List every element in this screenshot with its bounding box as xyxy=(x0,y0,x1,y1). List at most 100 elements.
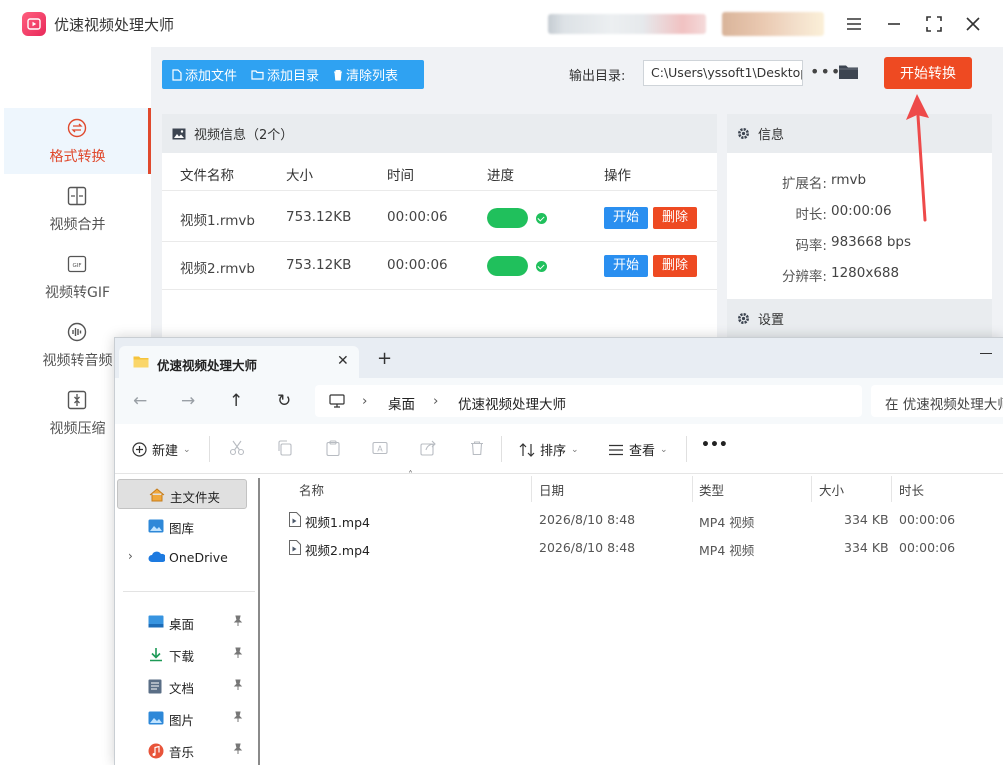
divider xyxy=(891,476,892,502)
close-icon[interactable] xyxy=(961,12,985,36)
column-header: 大小 xyxy=(286,168,313,184)
column-header-date[interactable]: 日期 xyxy=(539,480,564,499)
copy-icon[interactable] xyxy=(277,440,293,456)
breadcrumb-folder[interactable]: 优速视频处理大师 xyxy=(458,393,566,413)
nav-item-home[interactable]: 主文件夹 xyxy=(117,479,247,509)
computer-icon xyxy=(329,394,345,408)
file-size: 753.12KB xyxy=(286,257,352,273)
start-convert-button[interactable]: 开始转换 xyxy=(884,57,972,89)
start-button[interactable]: 开始 xyxy=(604,207,648,229)
search-placeholder: 在 优速视频处理大师 xyxy=(885,397,1003,413)
more-options-button[interactable]: ••• xyxy=(701,437,728,453)
trash-icon xyxy=(334,69,343,80)
sidebar-item-merge[interactable]: 视频合并 xyxy=(4,176,151,242)
nav-item-downloads[interactable]: 下载 xyxy=(117,639,247,669)
new-button[interactable]: 新建 ⌄ xyxy=(132,440,191,459)
sort-button[interactable]: 排序 ⌄ xyxy=(519,440,579,459)
search-input[interactable]: 在 优速视频处理大师 xyxy=(871,385,1003,417)
file-row[interactable]: 视频2.mp4 2026/8/10 8:48 MP4 视频 334 KB 00:… xyxy=(285,535,985,561)
file-icon xyxy=(172,68,182,81)
file-size: 334 KB xyxy=(844,512,889,527)
file-date: 2026/8/10 8:48 xyxy=(539,540,636,555)
new-tab-icon[interactable]: + xyxy=(377,350,392,368)
pin-icon xyxy=(233,743,243,758)
chevron-down-icon: ⌄ xyxy=(571,444,579,455)
refresh-icon[interactable]: ↻ xyxy=(277,391,291,411)
browse-more-button[interactable]: ••• xyxy=(810,62,841,81)
settings-header: 设置 xyxy=(727,299,992,338)
minimize-icon[interactable] xyxy=(882,12,906,36)
explorer-tab-bar: 优速视频处理大师 ✕ + xyxy=(115,338,1003,378)
view-button[interactable]: 查看 ⌄ xyxy=(608,440,668,459)
check-icon xyxy=(536,213,547,224)
pin-icon xyxy=(233,711,243,726)
maximize-icon[interactable] xyxy=(922,12,946,36)
chevron-down-icon: ⌄ xyxy=(183,444,191,455)
plus-circle-icon xyxy=(132,442,147,457)
file-row[interactable]: 视频1.mp4 2026/8/10 8:48 MP4 视频 334 KB 00:… xyxy=(285,507,985,533)
nav-item-gallery[interactable]: 图库 xyxy=(117,511,247,541)
delete-button[interactable]: 删除 xyxy=(653,255,697,277)
chevron-right-icon: › xyxy=(362,393,368,409)
gear-icon xyxy=(738,313,749,324)
info-extension: 扩展名: rmvb xyxy=(727,172,992,192)
share-icon[interactable] xyxy=(420,440,436,456)
folder-icon xyxy=(251,70,264,80)
add-dir-label: 添加目录 xyxy=(267,69,320,84)
sort-icon xyxy=(519,442,535,457)
add-file-button[interactable]: 添加文件 xyxy=(162,65,244,84)
sort-label: 排序 xyxy=(540,444,567,459)
column-header-type[interactable]: 类型 xyxy=(699,480,724,499)
rename-icon[interactable]: A xyxy=(372,440,388,456)
app-title: 优速视频处理大师 xyxy=(54,16,175,34)
home-icon xyxy=(149,488,165,502)
column-header-duration[interactable]: 时长 xyxy=(899,480,924,499)
compress-icon xyxy=(67,390,87,410)
red-arrow-annotation xyxy=(906,94,929,222)
file-type: MP4 视频 xyxy=(699,543,755,558)
title-bar: 优速视频处理大师 xyxy=(0,0,1003,47)
menu-icon[interactable] xyxy=(842,12,866,36)
nav-item-desktop[interactable]: 桌面 xyxy=(117,607,247,637)
blurred-user-info xyxy=(548,14,706,34)
column-header-name[interactable]: 名称 xyxy=(299,480,324,499)
back-icon[interactable]: ← xyxy=(133,391,147,411)
add-dir-button[interactable]: 添加目录 xyxy=(244,65,326,84)
explorer-tab[interactable]: 优速视频处理大师 ✕ xyxy=(119,346,359,378)
nav-item-onedrive[interactable]: › OneDrive xyxy=(117,543,247,573)
delete-button[interactable]: 删除 xyxy=(653,207,697,229)
explorer-minimize-icon[interactable] xyxy=(980,353,992,354)
breadcrumb-desktop[interactable]: 桌面 xyxy=(388,393,415,413)
tab-close-icon[interactable]: ✕ xyxy=(337,353,349,369)
nav-item-music[interactable]: 音乐 xyxy=(117,735,247,765)
video-list-panel: 视频信息（2个） 文件名称 大小 时间 进度 操作 视频1.rmvb 753.1… xyxy=(162,114,717,349)
column-header: 时间 xyxy=(387,168,414,184)
delete-icon[interactable] xyxy=(469,440,485,456)
nav-scrollbar[interactable] xyxy=(258,478,260,765)
forward-icon[interactable]: → xyxy=(181,391,195,411)
open-folder-icon[interactable] xyxy=(838,63,859,84)
nav-item-documents[interactable]: 文档 xyxy=(117,671,247,701)
start-button[interactable]: 开始 xyxy=(604,255,648,277)
output-dir-field[interactable]: C:\Users\yssoft1\Desktop xyxy=(643,60,803,86)
file-size: 334 KB xyxy=(844,540,889,555)
file-duration: 00:00:06 xyxy=(899,512,956,527)
nav-item-pictures[interactable]: 图片 xyxy=(117,703,247,733)
settings-title: 设置 xyxy=(758,313,785,328)
sidebar-item-format-convert[interactable]: 格式转换 xyxy=(4,108,151,174)
progress-bar xyxy=(487,208,528,228)
sidebar-item-gif[interactable]: GIF 视频转GIF xyxy=(4,244,151,310)
explorer-tab-title: 优速视频处理大师 xyxy=(157,358,258,373)
info-value: 983668 bps xyxy=(831,234,911,250)
divider xyxy=(123,591,255,592)
clear-list-button[interactable]: 清除列表 xyxy=(326,65,405,84)
nav-item-label: 下载 xyxy=(169,649,195,664)
address-bar[interactable]: › 桌面 › 优速视频处理大师 xyxy=(315,385,862,417)
paste-icon[interactable] xyxy=(325,440,341,456)
file-date: 2026/8/10 8:48 xyxy=(539,512,636,527)
cut-icon[interactable] xyxy=(229,440,245,456)
audio-icon xyxy=(67,322,87,342)
svg-text:A: A xyxy=(377,445,383,454)
column-header-size[interactable]: 大小 xyxy=(819,480,844,499)
up-icon[interactable]: ↑ xyxy=(229,391,243,411)
